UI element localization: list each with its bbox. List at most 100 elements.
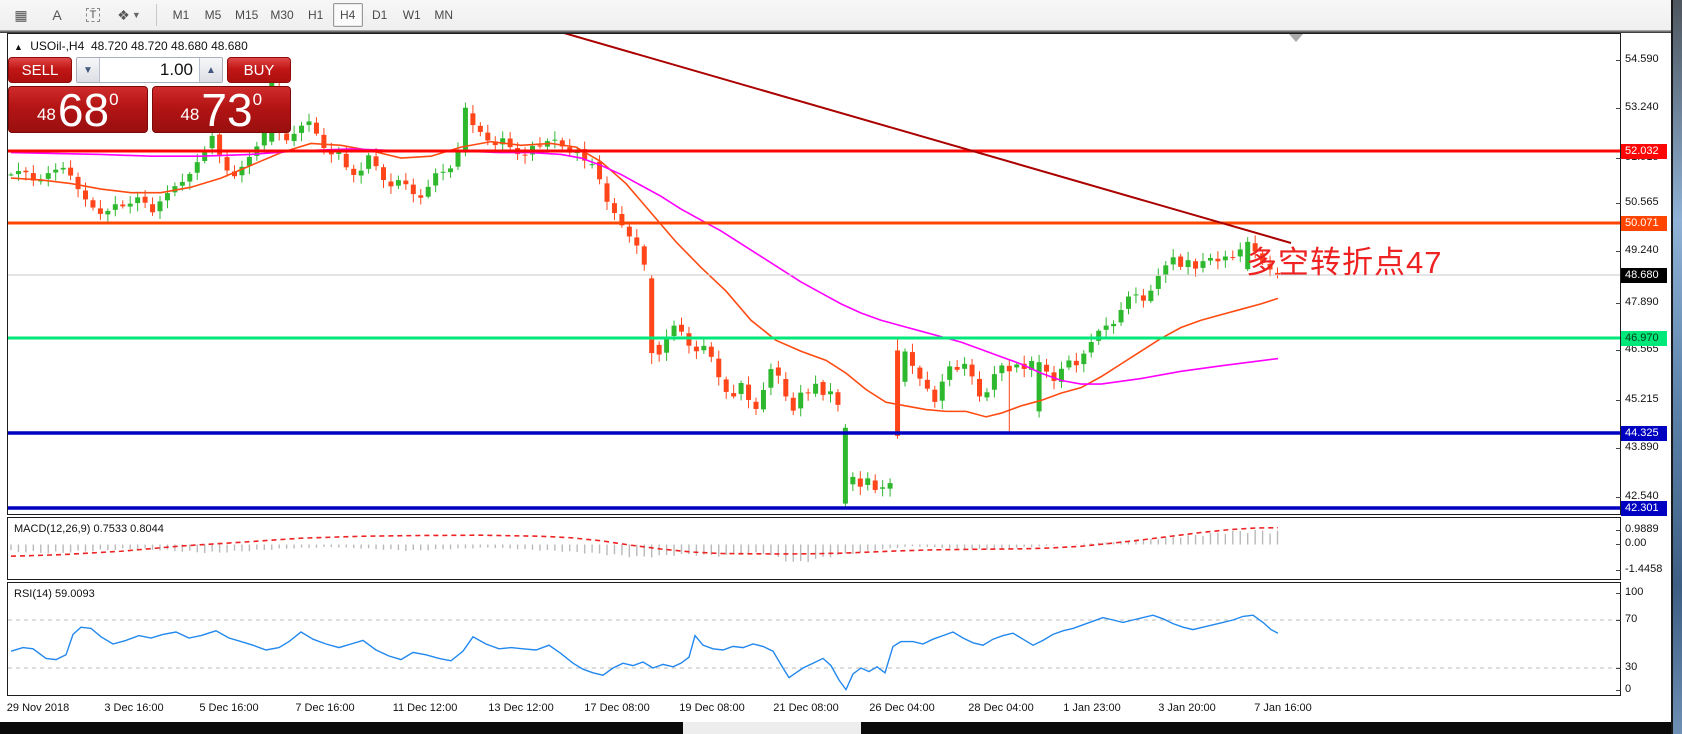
price-tick-tickmark bbox=[1616, 448, 1621, 449]
time-label: 11 Dec 12:00 bbox=[393, 702, 458, 714]
sell-price-big: 68 bbox=[58, 90, 109, 130]
time-label: 29 Nov 2018 bbox=[7, 702, 69, 714]
timeframe-button-mn[interactable]: MN bbox=[429, 3, 459, 27]
chevron-down-icon: ▼ bbox=[132, 10, 141, 20]
text-label-glyph: T bbox=[86, 8, 101, 22]
volume-increase-button[interactable]: ▲ bbox=[199, 58, 222, 82]
macd-chart[interactable] bbox=[8, 518, 1620, 579]
price-tag-52.032: 52.032 bbox=[1621, 144, 1667, 159]
timeframe-button-m5[interactable]: M5 bbox=[198, 3, 228, 27]
price-tick: 50.565 bbox=[1625, 196, 1659, 208]
price-tick-tickmark bbox=[1616, 60, 1621, 61]
price-tag-50.071: 50.071 bbox=[1621, 216, 1667, 231]
buy-price-display[interactable]: 48 73 0 bbox=[152, 86, 292, 133]
buy-price-small: 48 bbox=[180, 105, 199, 125]
price-tick-tickmark bbox=[1616, 350, 1621, 351]
window-edge bbox=[1671, 0, 1682, 734]
macd-tick-tickmark bbox=[1616, 570, 1621, 571]
price-tick: 49.240 bbox=[1625, 244, 1659, 256]
timeframe-button-m1[interactable]: M1 bbox=[166, 3, 196, 27]
price-tick-tickmark bbox=[1616, 497, 1621, 498]
time-label: 3 Dec 16:00 bbox=[104, 702, 163, 714]
timeframe-button-h1[interactable]: H1 bbox=[301, 3, 331, 27]
macd-tick-tickmark bbox=[1616, 544, 1621, 545]
time-axis[interactable]: 29 Nov 2018 3 Dec 16:00 5 Dec 16:00 7 Dec 1… bbox=[0, 700, 1671, 722]
bottom-bar-left bbox=[0, 722, 683, 734]
macd-label: MACD(12,26,9) 0.7533 0.8044 bbox=[14, 523, 164, 535]
symbol-marker-icon: ▲ bbox=[14, 42, 23, 52]
rsi-chart[interactable] bbox=[8, 583, 1620, 695]
sell-button[interactable]: SELL bbox=[8, 57, 72, 83]
time-label: 13 Dec 12:00 bbox=[488, 702, 553, 714]
time-label: 21 Dec 08:00 bbox=[773, 702, 838, 714]
toolbar: ▦ A T ❖ ▼ M1M5M15M30H1H4D1W1MN bbox=[0, 0, 1671, 30]
time-label: 7 Dec 16:00 bbox=[295, 702, 354, 714]
price-tag-46.970: 46.970 bbox=[1621, 331, 1667, 346]
volume-input[interactable]: 1.00 bbox=[100, 58, 199, 82]
time-label: 3 Jan 20:00 bbox=[1158, 702, 1216, 714]
volume-decrease-button[interactable]: ▼ bbox=[77, 58, 100, 82]
trading-terminal-window: ▦ A T ❖ ▼ M1M5M15M30H1H4D1W1MN ▲ USOil-,… bbox=[0, 0, 1682, 734]
macd-tick: -1.4458 bbox=[1625, 563, 1662, 575]
chart-title: ▲ USOil-,H4 48.720 48.720 48.680 48.680 bbox=[14, 39, 248, 53]
chart-symbol: USOil-,H4 bbox=[30, 39, 84, 53]
text-a-icon[interactable]: A bbox=[42, 3, 72, 27]
macd-tick: 0.9889 bbox=[1625, 523, 1659, 535]
indicators-grid-icon[interactable]: ▦ bbox=[6, 3, 36, 27]
rsi-tick-tickmark bbox=[1616, 593, 1621, 594]
one-click-trade-panel: SELL ▼ 1.00 ▲ BUY 48 68 0 48 73 0 bbox=[8, 57, 291, 133]
chart-shift-marker-icon[interactable] bbox=[1289, 34, 1303, 42]
bottom-bar-right bbox=[861, 722, 1671, 734]
rsi-tick-tickmark bbox=[1616, 690, 1621, 691]
bottom-bar-gap bbox=[683, 722, 861, 734]
arrow-shapes-icon[interactable]: ❖ ▼ bbox=[114, 3, 144, 27]
macd-pane[interactable] bbox=[7, 517, 1621, 580]
time-label: 5 Dec 16:00 bbox=[199, 702, 258, 714]
timeframe-buttons: M1M5M15M30H1H4D1W1MN bbox=[165, 3, 460, 27]
macd-tick: 0.00 bbox=[1625, 537, 1646, 549]
price-tick-tickmark bbox=[1616, 108, 1621, 109]
rsi-tick: 30 bbox=[1625, 661, 1637, 673]
rsi-tick-tickmark bbox=[1616, 620, 1621, 621]
time-label: 28 Dec 04:00 bbox=[968, 702, 1033, 714]
rsi-pane[interactable] bbox=[7, 582, 1621, 696]
time-label: 1 Jan 23:00 bbox=[1063, 702, 1121, 714]
rsi-tick-tickmark bbox=[1616, 668, 1621, 669]
price-tick: 47.890 bbox=[1625, 296, 1659, 308]
chart-annotation-text: 多空转折点47 bbox=[1246, 237, 1442, 282]
price-tick: 53.240 bbox=[1625, 101, 1659, 113]
price-axis[interactable]: 54.59053.24051.91550.56549.24047.89046.5… bbox=[1621, 33, 1671, 723]
price-tick-tickmark bbox=[1616, 203, 1621, 204]
time-label: 19 Dec 08:00 bbox=[679, 702, 744, 714]
price-tag-44.325: 44.325 bbox=[1621, 426, 1667, 441]
time-label: 26 Dec 04:00 bbox=[869, 702, 934, 714]
rsi-tick: 70 bbox=[1625, 613, 1637, 625]
buy-price-sup: 0 bbox=[253, 90, 262, 110]
buy-price-big: 73 bbox=[201, 90, 252, 130]
sell-price-sup: 0 bbox=[109, 90, 118, 110]
volume-stepper: ▼ 1.00 ▲ bbox=[76, 57, 223, 83]
price-tick: 43.890 bbox=[1625, 441, 1659, 453]
timeframe-button-m15[interactable]: M15 bbox=[230, 3, 263, 27]
time-label: 7 Jan 16:00 bbox=[1254, 702, 1312, 714]
price-tag-48.680: 48.680 bbox=[1621, 268, 1667, 283]
sell-price-display[interactable]: 48 68 0 bbox=[8, 86, 148, 133]
chart-quotes: 48.720 48.720 48.680 48.680 bbox=[91, 39, 248, 53]
rsi-tick: 0 bbox=[1625, 683, 1631, 695]
arrow-shapes-glyph: ❖ bbox=[117, 7, 130, 24]
price-tick-tickmark bbox=[1616, 251, 1621, 252]
timeframe-button-h4[interactable]: H4 bbox=[333, 3, 363, 27]
timeframe-button-m30[interactable]: M30 bbox=[265, 3, 298, 27]
buy-button[interactable]: BUY bbox=[227, 57, 291, 83]
rsi-tick: 100 bbox=[1625, 586, 1643, 598]
price-tick: 45.215 bbox=[1625, 393, 1659, 405]
price-tick-tickmark bbox=[1616, 400, 1621, 401]
timeframe-button-w1[interactable]: W1 bbox=[397, 3, 427, 27]
price-tag-42.301: 42.301 bbox=[1621, 501, 1667, 516]
sell-price-small: 48 bbox=[37, 105, 56, 125]
text-label-icon[interactable]: T bbox=[78, 3, 108, 27]
macd-tick-tickmark bbox=[1616, 530, 1621, 531]
price-tick-tickmark bbox=[1616, 303, 1621, 304]
timeframe-button-d1[interactable]: D1 bbox=[365, 3, 395, 27]
toolbar-separator bbox=[156, 4, 157, 26]
